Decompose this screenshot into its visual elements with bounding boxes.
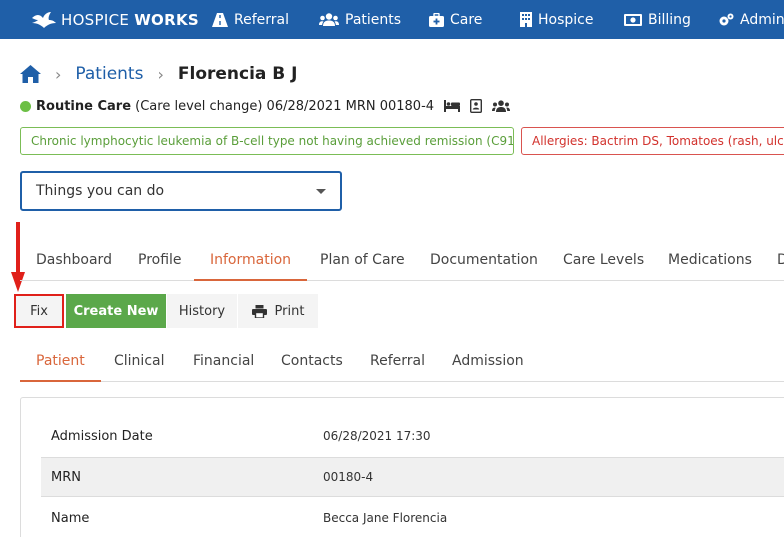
- dove-icon: [32, 11, 56, 28]
- actions-dropdown[interactable]: Things you can do: [20, 171, 342, 211]
- subtab-patient[interactable]: Patient: [20, 341, 101, 382]
- history-button[interactable]: History: [167, 294, 237, 328]
- detail-row: Admission Date 06/28/2021 17:30: [41, 416, 784, 456]
- road-icon: [212, 12, 228, 27]
- subtab-financial[interactable]: Financial: [193, 341, 254, 381]
- main-tabs: Dashboard Profile Information Plan of Ca…: [20, 240, 784, 281]
- nav-hospice-label: Hospice: [538, 11, 594, 28]
- detail-label: Name: [51, 510, 90, 526]
- nav-patients[interactable]: Patients: [319, 0, 401, 39]
- diagnosis-tag: Chronic lymphocytic leukemia of B-cell t…: [20, 127, 514, 155]
- users-icon: [319, 13, 339, 26]
- allergies-tag: Allergies: Bactrim DS, Tomatoes (rash, u…: [521, 127, 784, 155]
- detail-row: MRN 00180-4: [41, 457, 784, 497]
- tab-information[interactable]: Information: [194, 240, 308, 281]
- top-navigation: HOSPICE WORKS Referral Patients Care Hos…: [0, 0, 784, 39]
- create-new-button[interactable]: Create New: [66, 294, 166, 328]
- nav-administration[interactable]: Admini: [718, 0, 784, 39]
- breadcrumb-separator: ›: [55, 64, 62, 84]
- nav-care[interactable]: Care: [429, 0, 482, 39]
- detail-label: MRN: [51, 469, 81, 485]
- cogs-icon: [719, 13, 734, 25]
- breadcrumb: › Patients › Florencia B J: [20, 61, 298, 87]
- sub-tabs: Patient Clinical Financial Contacts Refe…: [20, 341, 784, 382]
- brand-name-bold: WORKS: [134, 10, 199, 29]
- detail-row: Name Becca Jane Florencia: [41, 498, 784, 537]
- nav-care-label: Care: [450, 11, 483, 28]
- detail-label: Admission Date: [51, 428, 153, 444]
- patient-details-card: Admission Date 06/28/2021 17:30 MRN 0018…: [20, 397, 784, 537]
- care-level: Routine Care: [36, 98, 132, 114]
- print-button[interactable]: Print: [238, 294, 318, 328]
- detail-value: Becca Jane Florencia: [323, 511, 448, 525]
- care-detail: (Care level change) 06/28/2021 MRN 00180…: [131, 98, 435, 114]
- nav-referral[interactable]: Referral: [212, 0, 289, 39]
- building-icon: [520, 12, 532, 27]
- print-button-label: Print: [274, 303, 305, 319]
- detail-value: 06/28/2021 17:30: [323, 429, 431, 443]
- tab-documentation[interactable]: Documentation: [430, 240, 538, 280]
- care-status-dot: [20, 100, 31, 112]
- medkit-icon: [429, 12, 444, 27]
- brand-name: HOSPICE WORKS: [61, 11, 199, 29]
- actions-dropdown-value: Things you can do: [36, 183, 165, 199]
- subtab-contacts[interactable]: Contacts: [281, 341, 343, 381]
- address-card-icon[interactable]: [470, 99, 483, 113]
- tab-dashboard[interactable]: Dashboard: [36, 240, 112, 280]
- nav-administration-label: Admini: [740, 11, 784, 28]
- tab-plan-of-care[interactable]: Plan of Care: [320, 240, 405, 280]
- nav-patients-label: Patients: [345, 11, 402, 28]
- patient-status-line: Routine Care (Care level change) 06/28/2…: [20, 96, 511, 116]
- money-bill-icon: [624, 13, 642, 26]
- detail-value: 00180-4: [323, 470, 374, 484]
- subtab-clinical[interactable]: Clinical: [114, 341, 164, 381]
- tab-medications[interactable]: Medications: [668, 240, 752, 280]
- subtab-admission[interactable]: Admission: [452, 341, 524, 381]
- brand-name-light: HOSPICE: [61, 10, 135, 29]
- tab-care-levels[interactable]: Care Levels: [563, 240, 644, 280]
- fix-button[interactable]: Fix: [14, 294, 64, 328]
- nav-billing-label: Billing: [648, 11, 691, 28]
- caret-down-icon: [316, 189, 326, 194]
- brand-logo[interactable]: HOSPICE WORKS: [32, 0, 199, 39]
- nav-referral-label: Referral: [234, 11, 289, 28]
- tab-profile[interactable]: Profile: [138, 240, 182, 280]
- nav-hospice[interactable]: Hospice: [520, 0, 593, 39]
- tab-overflow[interactable]: D: [777, 240, 784, 280]
- nav-billing[interactable]: Billing: [624, 0, 691, 39]
- breadcrumb-separator: ›: [157, 64, 164, 84]
- page-title: Florencia B J: [177, 64, 298, 84]
- users-icon[interactable]: [492, 100, 511, 112]
- breadcrumb-patients-link[interactable]: Patients: [75, 64, 143, 84]
- home-icon[interactable]: [20, 65, 41, 83]
- print-icon: [251, 304, 267, 318]
- bed-icon[interactable]: [444, 100, 461, 112]
- subtab-referral[interactable]: Referral: [370, 341, 425, 381]
